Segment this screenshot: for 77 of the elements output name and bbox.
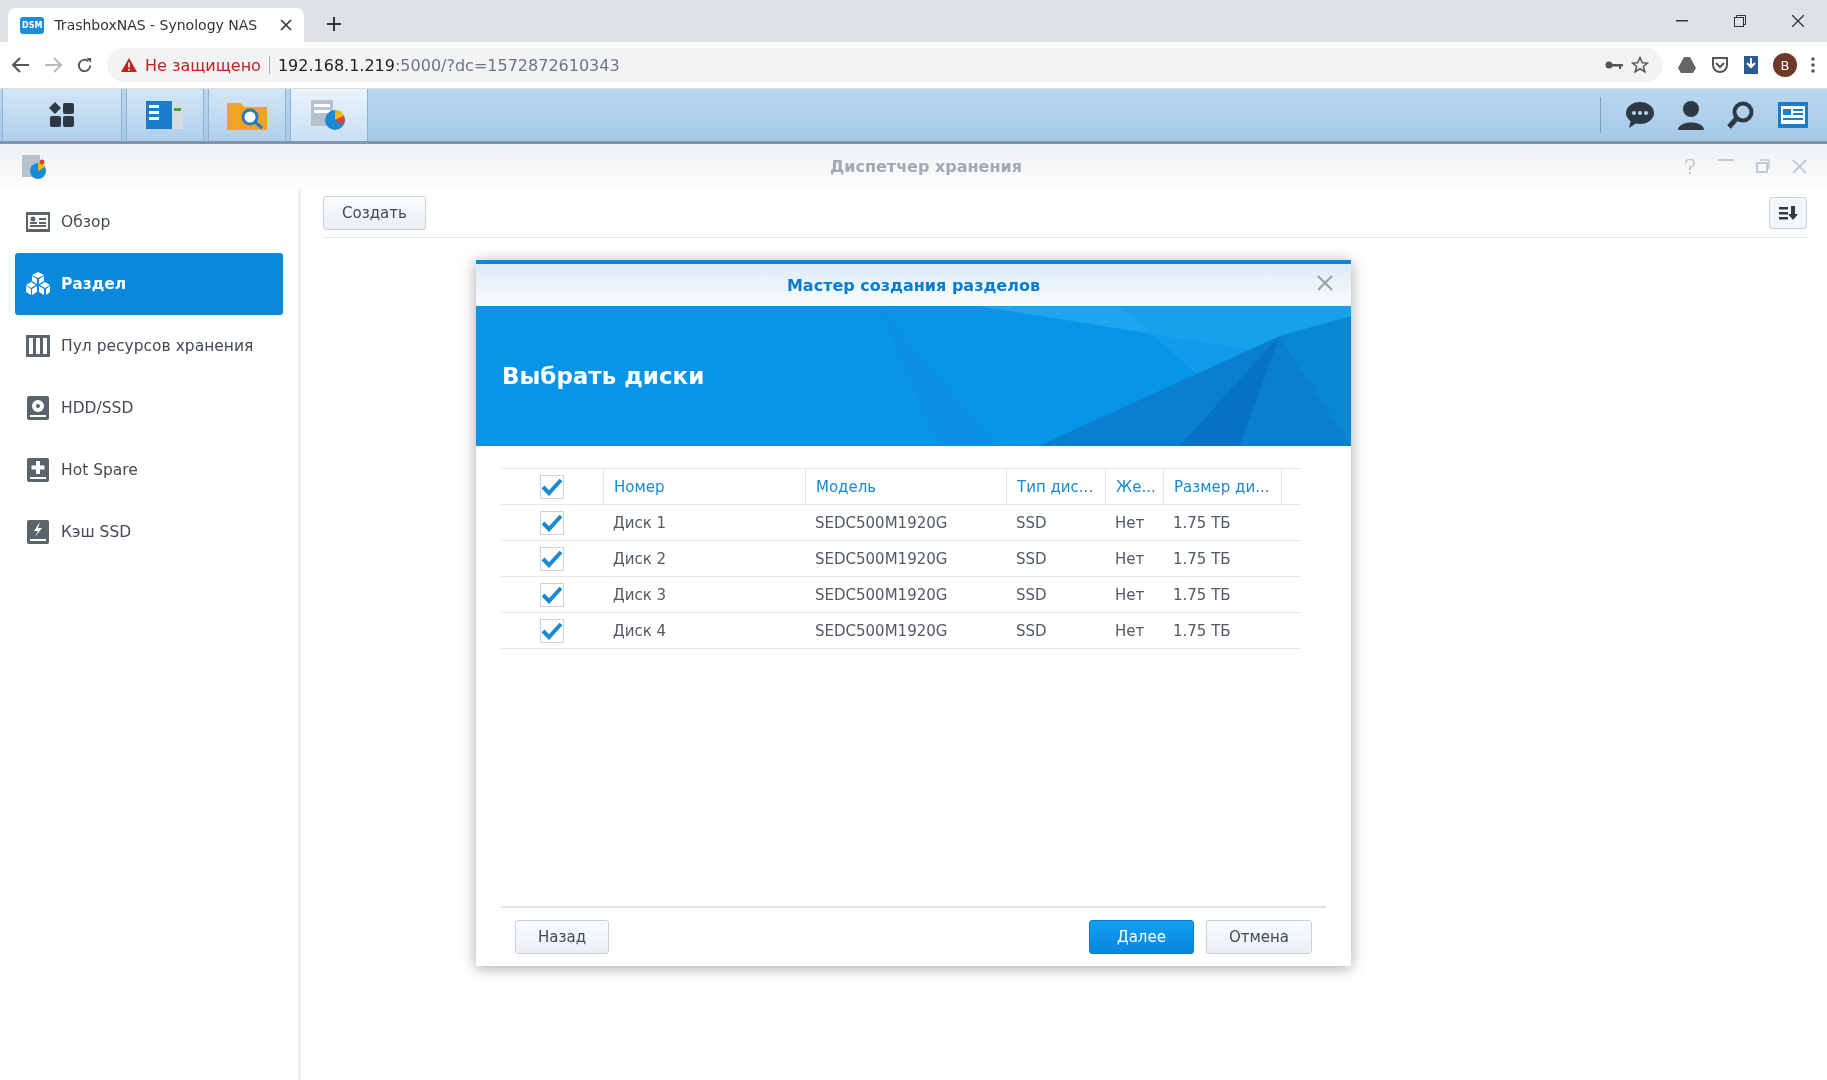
storage-manager-icon <box>20 152 48 181</box>
address-field[interactable]: Не защищено 192.168.1.219:5000/?dc=1572872610343 <box>107 48 1663 82</box>
sidebar-item[interactable]: Hot Spare <box>15 439 283 501</box>
create-button[interactable]: Создать <box>323 196 426 230</box>
step-heading: Выбрать диски <box>502 363 705 389</box>
table-cell-text: Диск 4 <box>612 620 668 642</box>
table-cell-text: SEDC500M1920G <box>814 548 949 570</box>
window-title: Диспетчер хранения <box>829 157 1023 176</box>
table-cell-text: Диск 2 <box>612 548 668 570</box>
table-cell-text: SEDC500M1920G <box>814 512 949 534</box>
tab-title: TrashboxNAS - Synology NAS <box>54 17 259 33</box>
minimize-icon[interactable] <box>1676 20 1688 22</box>
profile-avatar[interactable]: B <box>1773 53 1797 77</box>
sidebar-item[interactable]: Раздел <box>15 253 283 315</box>
cubes-icon <box>25 271 51 297</box>
column-header[interactable]: Модель <box>805 469 1006 504</box>
column-header[interactable]: Же... <box>1105 469 1163 504</box>
select-all-checkbox[interactable] <box>540 474 564 499</box>
table-cell-text: Нет <box>1114 584 1146 606</box>
user-icon[interactable] <box>1677 100 1705 130</box>
main-menu-button[interactable] <box>2 89 122 141</box>
search-icon[interactable] <box>1727 101 1755 129</box>
star-icon[interactable] <box>1631 56 1649 74</box>
table-cell-text: SEDC500M1920G <box>814 584 949 606</box>
new-tab-icon[interactable] <box>326 16 342 32</box>
shield-icon[interactable] <box>1711 56 1729 74</box>
favicon: DSM <box>20 16 45 34</box>
cancel-button[interactable]: Отмена <box>1205 920 1312 954</box>
column-header[interactable]: Номер <box>603 469 805 504</box>
close-icon[interactable] <box>280 19 292 31</box>
table-cell-text: SSD <box>1015 512 1048 534</box>
row-checkbox[interactable] <box>540 546 564 571</box>
browser-tab[interactable]: DSM TrashboxNAS - Synology NAS <box>8 8 304 42</box>
table-cell-text: 1.75 ТБ <box>1172 620 1232 642</box>
id-card-icon <box>25 209 51 235</box>
sidebar-item[interactable]: Пул ресурсов хранения <box>15 315 283 377</box>
table-cell-text: Диск 1 <box>612 512 668 534</box>
reload-icon[interactable] <box>76 56 93 74</box>
sort-icon <box>1778 205 1798 221</box>
warning-icon <box>121 58 137 72</box>
sort-button[interactable] <box>1769 197 1807 229</box>
taskbar-app[interactable] <box>290 89 368 141</box>
url-text: 192.168.1.219:5000/?dc=1572872610343 <box>277 55 620 75</box>
column-header[interactable]: Размер ди... <box>1163 469 1281 504</box>
table-cell-text: Диск 3 <box>612 584 668 606</box>
row-checkbox[interactable] <box>540 510 564 535</box>
taskbar-app[interactable] <box>126 89 204 141</box>
storage-pool-icon <box>25 333 51 359</box>
menu-icon[interactable] <box>1811 57 1815 73</box>
table-cell-text: Нет <box>1114 548 1146 570</box>
sidebar-item[interactable]: HDD/SSD <box>15 377 283 439</box>
table-cell-text: 1.75 ТБ <box>1172 584 1232 606</box>
key-icon[interactable] <box>1605 60 1623 70</box>
back-arrow-icon[interactable] <box>12 57 30 73</box>
row-checkbox[interactable] <box>540 618 564 643</box>
sidebar-item[interactable]: Кэш SSD <box>15 501 283 563</box>
row-checkbox[interactable] <box>540 582 564 607</box>
restore-icon[interactable] <box>1734 15 1746 27</box>
grid-icon <box>48 101 76 129</box>
sidebar-item[interactable]: Обзор <box>15 191 283 253</box>
table-cell-text: 1.75 ТБ <box>1172 548 1232 570</box>
table-cell-text: SSD <box>1015 548 1048 570</box>
table-cell-text: SSD <box>1015 620 1048 642</box>
download-icon[interactable] <box>1743 55 1759 75</box>
column-header[interactable]: Тип дис... <box>1006 469 1105 504</box>
security-warning: Не защищено <box>145 55 261 75</box>
table-cell-text: SEDC500M1920G <box>814 620 949 642</box>
control-panel-icon <box>145 99 185 131</box>
dialog-title: Мастер создания разделов <box>786 275 1041 295</box>
chat-icon[interactable] <box>1625 101 1655 129</box>
table-cell-text: Нет <box>1114 620 1146 642</box>
table-cell-text: SSD <box>1015 584 1048 606</box>
table-cell-text: Нет <box>1114 512 1146 534</box>
back-button[interactable]: Назад <box>515 920 609 954</box>
taskbar-app[interactable] <box>208 89 286 141</box>
close-icon[interactable] <box>1792 15 1804 27</box>
table-cell-text: 1.75 ТБ <box>1172 512 1232 534</box>
